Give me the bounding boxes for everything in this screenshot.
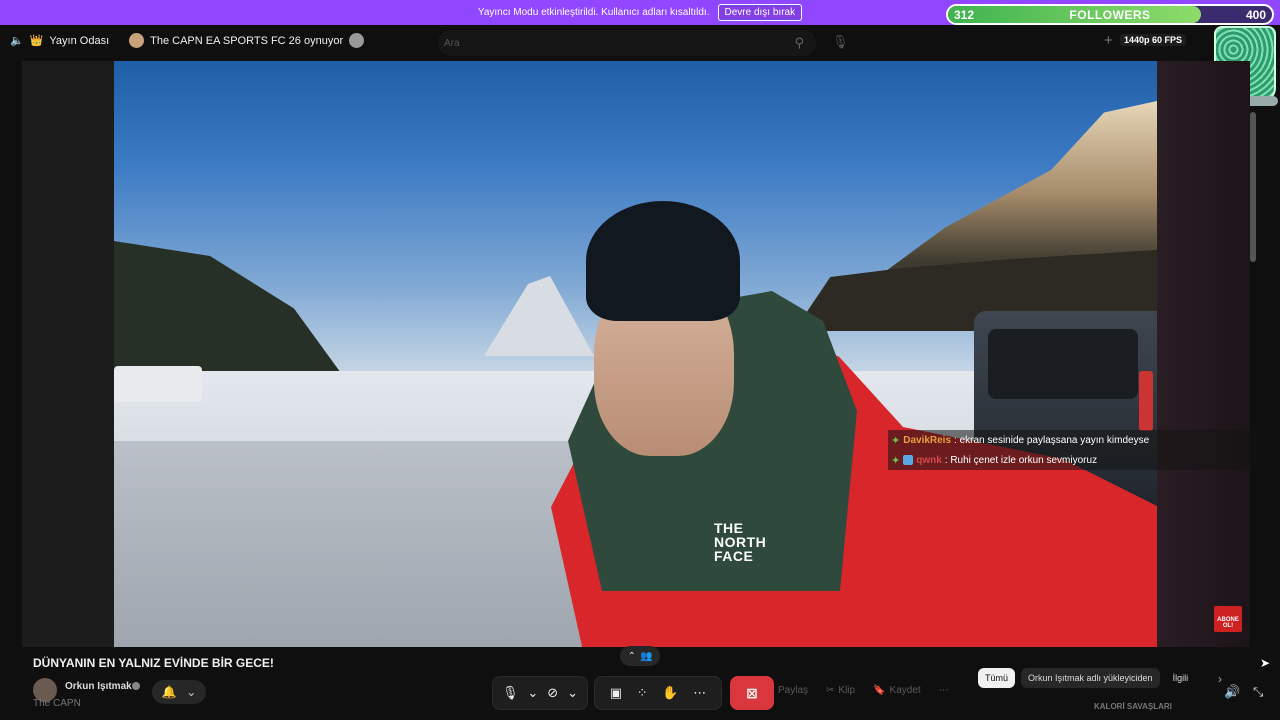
camera-off-icon[interactable]: ⊘ [547,685,558,701]
sparkle-icon: ✦ [891,454,901,467]
microphone-icon[interactable]: 🎙 [502,685,519,701]
viewer-avatar-icon [349,33,365,48]
channel-subtext: The CAPN [33,698,81,709]
apps-icon[interactable]: ⁘ [637,685,648,701]
recommended-video-title[interactable]: KALORİ SAVAŞLARI [1094,702,1172,711]
room-label[interactable]: Yayın Odası [49,35,109,47]
user-badge-icon [903,455,914,465]
car-light [1139,371,1153,431]
camper-van [114,366,202,402]
more-actions-icon[interactable]: ⋯ [939,685,949,696]
call-actions: ▣ ⁘ ✋ ⋯ [594,676,722,710]
chip-related[interactable]: İlgili [1166,668,1196,688]
exit-fullscreen-icon[interactable]: ⤡ [1253,684,1263,700]
chevron-down-icon: ⌄ [186,685,197,699]
followers-goal-bar: 312 FOLLOWERS 400 [946,4,1274,25]
video-frame[interactable]: THE NORTH FACE [114,61,1157,647]
video-actions: Paylaş ✂ Klip 🔖 Kaydet ⋯ [778,685,949,696]
mouse-cursor-icon: ➤ [1260,656,1271,670]
scissors-icon: ✂ [826,685,835,696]
right-side-panel [1157,61,1250,647]
chip-all[interactable]: Tümü [978,668,1016,688]
clip-label: Klip [838,685,856,696]
disable-streamer-mode-button[interactable]: Devre dışı bırak [717,4,803,21]
chevron-down-icon[interactable]: ⌄ [567,685,578,701]
stop-sharing-button[interactable]: ⊠ [730,676,774,710]
save-button[interactable]: 🔖 Kaydet [873,685,921,696]
car-window [988,329,1138,399]
chat-message: ✦ qwnk : Ruhi çenet izle orkun sevmiyoru… [888,450,1256,470]
chat-message: ✦ DavikReis : ekran sesinide paylaşsana … [888,430,1256,450]
search-input[interactable]: Ara ⚲ [438,30,816,56]
chat-username[interactable]: qwnk [916,455,942,466]
notification-bell-button[interactable]: 🔔 ⌄ [152,680,206,704]
clip-button[interactable]: ✂ Klip [826,685,855,696]
people-icon: 👥 [639,650,653,662]
jacket-logo-text: THE NORTH FACE [714,520,767,564]
create-icon[interactable]: + [1104,32,1113,49]
present-screen-icon[interactable]: ▣ [610,685,622,701]
audio-video-controls: 🎙 ⌄ ⊘ ⌄ [492,676,588,710]
chip-from-uploader[interactable]: Orkun Işıtmak adlı yükleyiciden [1021,668,1160,688]
snowy-peak [484,276,594,356]
search-placeholder: Ara [444,37,460,49]
header-left: 🔈 👑 Yayın Odası The CAPN EA SPORTS FC 26… [10,33,365,48]
followers-target: 400 [1245,7,1266,22]
share-button[interactable]: Paylaş [778,685,808,696]
voice-search-icon[interactable]: 🎙 [832,34,849,50]
scrollbar[interactable] [1250,112,1256,262]
game-avatar-icon [129,33,145,48]
chevron-down-icon[interactable]: ⌄ [527,685,538,701]
bookmark-icon: 🔖 [873,685,886,696]
chevron-right-icon[interactable]: › [1218,672,1222,686]
collapse-controls-button[interactable]: ⌃ 👥 [620,646,660,666]
recommendation-chips: Tümü Orkun Işıtmak adlı yükleyiciden İlg… [978,668,1195,688]
stop-share-icon: ⊠ [746,684,758,701]
verified-icon [132,682,140,690]
search-icon[interactable]: ⚲ [794,35,804,51]
bell-icon: 🔔 [161,685,177,699]
quality-badge: 1440p 60 FPS [1120,34,1187,46]
more-icon[interactable]: ⋯ [693,685,706,701]
chevron-up-icon: ⌃ [627,650,636,662]
header-bar: 🔈 👑 Yayın Odası The CAPN EA SPORTS FC 26… [0,25,1280,59]
subscribe-badge: ABONE OL! [1214,606,1242,632]
now-playing-text: The CAPN EA SPORTS FC 26 oynuyor [150,34,344,47]
chat-overlay: ✦ DavikReis : ekran sesinide paylaşsana … [888,430,1256,470]
beanie [586,201,740,321]
save-label: Kaydet [889,685,921,696]
sparkle-icon: ✦ [891,434,901,447]
followers-label: FOLLOWERS [1069,7,1151,22]
app-root: Yayıncı Modu etkinleştirildi. Kullanıcı … [0,0,1280,720]
crown-icon: 👑 [29,35,44,47]
channel-name[interactable]: Orkun Işıtmak [65,681,132,692]
chat-text: : Ruhi çenet izle orkun sevmiyoruz [944,454,1098,466]
speaker-icon[interactable]: 🔈 [10,34,24,47]
video-title: DÜNYANIN EN YALNIZ EVİNDE BİR GECE! [33,656,274,670]
chat-text: : ekran sesinide paylaşsana yayın kimdey… [954,434,1150,446]
chat-username[interactable]: DavikReis [903,435,951,446]
reactions-icon[interactable]: ✋ [662,685,678,701]
share-label: Paylaş [778,685,809,696]
banner-message: Yayıncı Modu etkinleştirildi. Kullanıcı … [477,7,710,18]
volume-icon[interactable]: 🔊 [1224,684,1240,700]
